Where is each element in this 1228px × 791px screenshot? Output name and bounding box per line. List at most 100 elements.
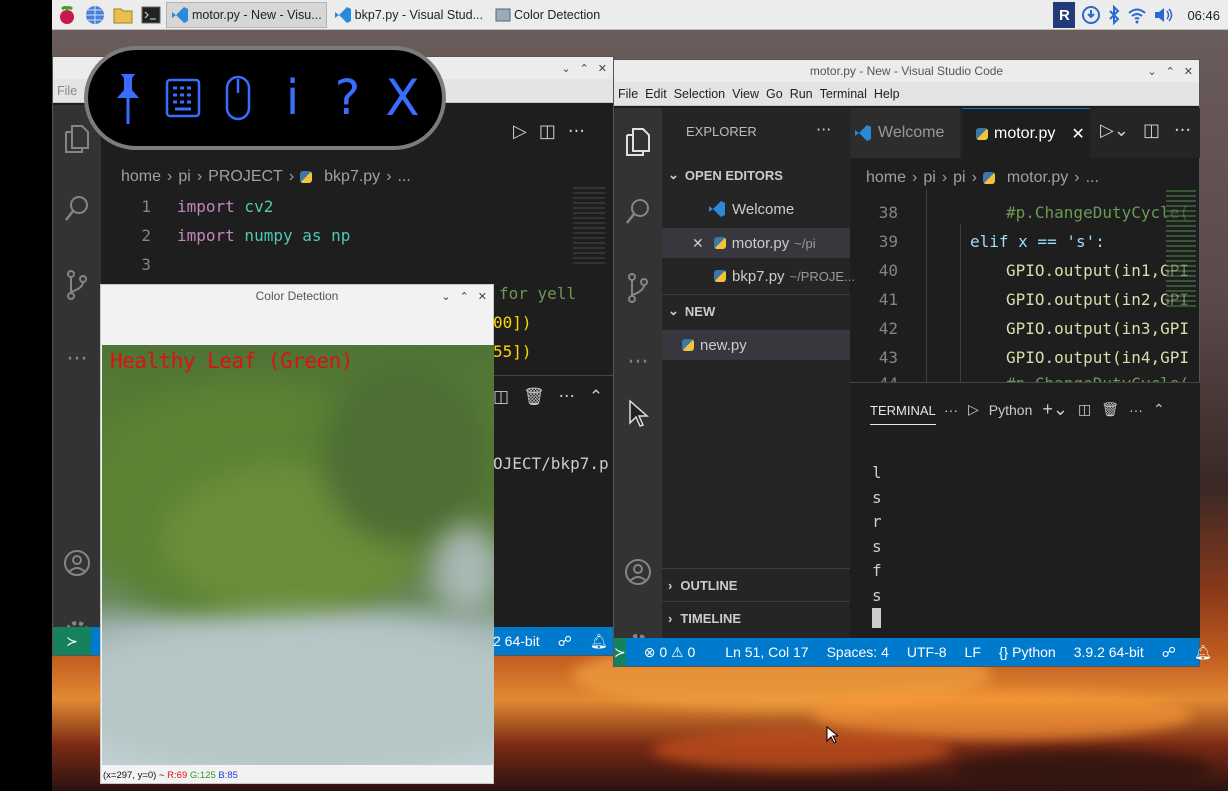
maximize-icon[interactable]: ⌃ bbox=[460, 290, 469, 303]
maximize-panel-icon[interactable]: ⌃ bbox=[1153, 401, 1165, 418]
realvnc-icon[interactable]: R bbox=[1053, 2, 1076, 28]
menu-go[interactable]: Go bbox=[766, 87, 783, 101]
minimize-icon[interactable]: ⌄ bbox=[1147, 65, 1156, 78]
breadcrumb-ellipsis[interactable]: ... bbox=[1086, 169, 1099, 187]
indentation[interactable]: Spaces: 4 bbox=[827, 644, 889, 660]
terminal-output[interactable]: l s r s f s bbox=[872, 461, 882, 628]
more-icon[interactable]: ··· bbox=[1129, 402, 1143, 418]
run-icon[interactable]: ▷⌄ bbox=[1100, 120, 1129, 141]
minimize-icon[interactable]: ⌄ bbox=[441, 290, 450, 303]
tab-motor[interactable]: motor.py ✕ bbox=[962, 108, 1090, 158]
volume-icon[interactable] bbox=[1153, 6, 1173, 24]
line-ending[interactable]: LF bbox=[965, 644, 981, 660]
close-icon[interactable]: ✕ bbox=[598, 62, 607, 75]
search-icon[interactable] bbox=[614, 192, 662, 232]
breadcrumb-file[interactable]: bkp7.py bbox=[324, 168, 380, 186]
wifi-icon[interactable] bbox=[1127, 6, 1147, 24]
trash-icon[interactable]: 🗑 bbox=[1101, 401, 1119, 418]
close-icon[interactable]: ✕ bbox=[478, 290, 487, 303]
web-browser-icon[interactable] bbox=[82, 3, 108, 27]
section-new[interactable]: ⌄ NEW bbox=[668, 296, 715, 326]
code-editor[interactable]: 38 #p.ChangeDutyCycle( 39 elif x == 's': 4… bbox=[850, 190, 1200, 382]
explorer-icon[interactable] bbox=[614, 122, 662, 162]
trash-icon[interactable]: 🗑 bbox=[523, 387, 545, 411]
more-icon[interactable]: ··· bbox=[559, 387, 575, 411]
raspberry-menu-icon[interactable] bbox=[54, 3, 80, 27]
account-icon[interactable] bbox=[614, 552, 662, 592]
camera-feed[interactable]: Healthy Leaf (Green) bbox=[102, 345, 494, 765]
python-version[interactable]: 2 64-bit bbox=[493, 633, 540, 649]
tab-welcome[interactable]: Welcome bbox=[850, 108, 960, 158]
minimize-icon[interactable]: ⌄ bbox=[561, 62, 570, 75]
open-editor-item[interactable]: Welcome bbox=[708, 194, 794, 224]
tab-terminal[interactable]: TERMINAL bbox=[870, 403, 936, 425]
update-icon[interactable] bbox=[1081, 5, 1101, 25]
section-open-editors[interactable]: ⌄ OPEN EDITORS bbox=[668, 160, 783, 190]
problems-indicator[interactable]: ⊗ 0 ⚠ 0 bbox=[644, 644, 696, 661]
pin-icon[interactable] bbox=[106, 68, 150, 128]
account-icon[interactable] bbox=[53, 543, 101, 583]
breadcrumb-project[interactable]: PROJECT bbox=[208, 168, 283, 186]
close-tab-icon[interactable]: ✕ bbox=[1071, 124, 1084, 144]
encoding[interactable]: UTF-8 bbox=[907, 644, 947, 660]
run-icon[interactable]: ▷ bbox=[513, 121, 527, 142]
open-editor-item[interactable]: bkp7.py ~/PROJE... bbox=[714, 261, 855, 291]
remote-icon[interactable]: ≻ bbox=[614, 638, 626, 666]
section-timeline[interactable]: › TIMELINE bbox=[668, 603, 741, 633]
split-terminal-icon[interactable]: ◫ bbox=[1078, 401, 1091, 418]
code-line[interactable]: 2 import numpy as np bbox=[113, 221, 350, 249]
breadcrumb-pi[interactable]: pi bbox=[923, 169, 935, 187]
file-manager-icon[interactable] bbox=[110, 3, 136, 27]
breadcrumb-ellipsis[interactable]: ... bbox=[398, 168, 411, 186]
bluetooth-icon[interactable] bbox=[1107, 5, 1121, 25]
task-color-detection[interactable]: Color Detection bbox=[490, 2, 605, 28]
menu-view[interactable]: View bbox=[732, 87, 759, 101]
code-line[interactable]: 3 bbox=[113, 250, 151, 278]
close-editor-icon[interactable]: ✕ bbox=[692, 235, 704, 252]
explorer-more-icon[interactable]: ··· bbox=[816, 120, 831, 139]
breadcrumb-pi[interactable]: pi bbox=[953, 169, 965, 187]
split-editor-icon[interactable]: ◫ bbox=[539, 121, 556, 142]
maximize-icon[interactable]: ⌃ bbox=[580, 62, 589, 75]
more-actions-icon[interactable]: ··· bbox=[1174, 120, 1191, 141]
terminal-icon[interactable] bbox=[138, 3, 164, 27]
menu-edit[interactable]: Edit bbox=[645, 87, 667, 101]
menu-file[interactable]: File bbox=[57, 84, 77, 98]
menu-terminal[interactable]: Terminal bbox=[820, 87, 867, 101]
maximize-panel-icon[interactable]: ⌃ bbox=[589, 387, 603, 411]
breadcrumb-home[interactable]: home bbox=[866, 169, 906, 187]
bell-icon[interactable]: 🔔︎ bbox=[590, 633, 608, 650]
language-mode[interactable]: {} Python bbox=[999, 644, 1056, 660]
clock[interactable]: 06:46 bbox=[1187, 8, 1220, 23]
more-icon[interactable]: ··· bbox=[53, 339, 101, 379]
menu-help[interactable]: Help bbox=[874, 87, 900, 101]
menu-selection[interactable]: Selection bbox=[674, 87, 725, 101]
breadcrumb-home[interactable]: home bbox=[121, 168, 161, 186]
task-bkp7-vscode[interactable]: bkp7.py - Visual Stud... bbox=[329, 2, 488, 28]
task-motor-vscode[interactable]: motor.py - New - Visu... bbox=[166, 1, 327, 28]
bell-icon[interactable]: 🔔︎ bbox=[1194, 644, 1212, 661]
close-icon[interactable]: X bbox=[381, 68, 425, 128]
split-editor-icon[interactable]: ◫ bbox=[1143, 120, 1160, 141]
cursor-position[interactable]: Ln 51, Col 17 bbox=[725, 644, 808, 660]
more-icon[interactable]: ··· bbox=[614, 342, 662, 382]
python-interpreter[interactable]: 3.9.2 64-bit bbox=[1074, 644, 1144, 660]
feedback-icon[interactable]: ☍ bbox=[558, 633, 572, 650]
source-control-icon[interactable] bbox=[53, 265, 101, 305]
breadcrumb-pi[interactable]: pi bbox=[178, 168, 190, 186]
window-titlebar[interactable]: Color Detection ⌄ ⌃ ✕ bbox=[101, 285, 493, 307]
menu-run[interactable]: Run bbox=[790, 87, 813, 101]
maximize-icon[interactable]: ⌃ bbox=[1166, 65, 1175, 78]
shell-selector[interactable]: Python bbox=[989, 402, 1033, 418]
section-outline[interactable]: › OUTLINE bbox=[668, 570, 737, 600]
search-icon[interactable] bbox=[53, 189, 101, 229]
code-line[interactable]: 1 import cv2 bbox=[113, 192, 273, 220]
menu-file[interactable]: File bbox=[618, 87, 638, 101]
source-control-icon[interactable] bbox=[614, 268, 662, 308]
breadcrumb-file[interactable]: motor.py bbox=[1007, 169, 1068, 187]
feedback-icon[interactable]: ☍ bbox=[1162, 644, 1176, 661]
help-icon[interactable]: ? bbox=[326, 68, 370, 128]
info-icon[interactable]: i bbox=[271, 68, 315, 128]
split-terminal-icon[interactable]: ◫ bbox=[493, 387, 509, 411]
remote-icon[interactable]: ≻ bbox=[53, 627, 91, 655]
